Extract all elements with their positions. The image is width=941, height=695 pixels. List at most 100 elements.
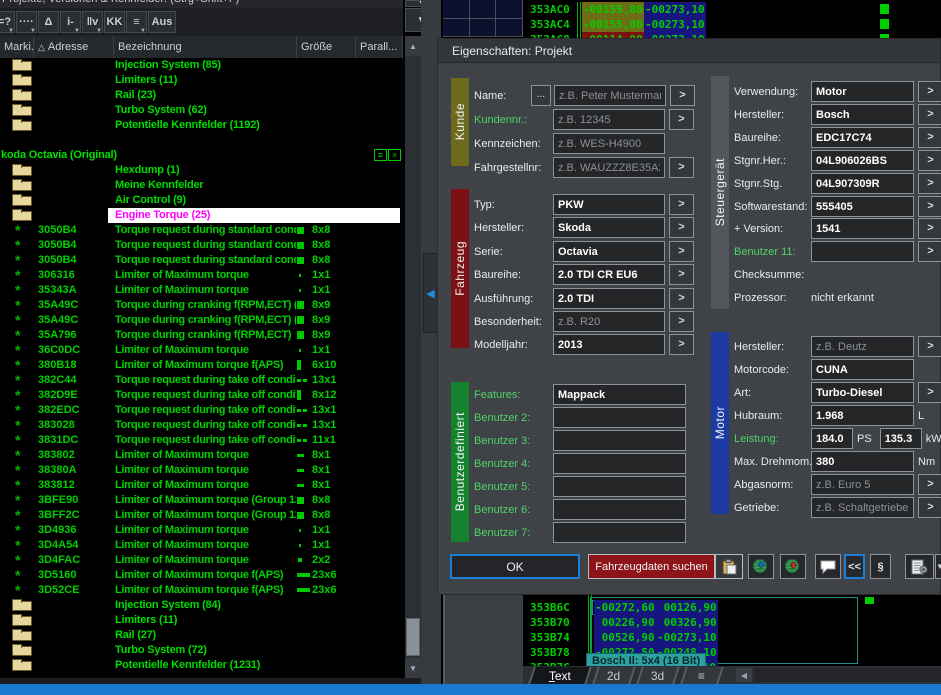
version-input[interactable] (811, 218, 914, 239)
fahrgestellnr-expand-button[interactable]: > (669, 157, 694, 178)
leistung-input-2[interactable] (880, 428, 922, 449)
map-row[interactable]: *382EDCTorque request during take off co… (0, 403, 403, 418)
map-row[interactable]: *306316Limiter of Maximum torque1x1 (0, 268, 403, 283)
tab-3d[interactable]: 3d (636, 667, 680, 684)
collapse-panel-handle[interactable]: ◀ (423, 253, 438, 333)
benutzer2-input[interactable] (553, 407, 686, 428)
map-row[interactable]: *3050B4Torque request during standard co… (0, 238, 403, 253)
stgnr-stg-expand-button[interactable]: > (918, 173, 941, 194)
drehmoment-input[interactable] (811, 451, 914, 472)
tree-scrollbar-track[interactable] (405, 36, 421, 678)
sort-button[interactable]: =?▼ (0, 11, 15, 33)
map-row[interactable]: *35A49CTorque during cranking f(RPM,ECT)… (0, 298, 403, 313)
column-parall[interactable]: Parall... (356, 36, 403, 58)
search-vehicle-data-button[interactable]: Fahrzeugdaten suchen (588, 554, 715, 579)
besonderheit-expand-button[interactable]: > (669, 311, 694, 332)
benutzer11-expand-button[interactable]: > (918, 241, 941, 262)
project-close-icon[interactable]: × (388, 149, 401, 161)
map-row[interactable]: *35A796Torque during cranking f(RPM,ECT)… (0, 328, 403, 343)
softwarestand-input[interactable] (811, 196, 914, 217)
kundennr-input[interactable] (553, 109, 665, 130)
map-row[interactable]: *35A49CTorque during cranking f(RPM,ECT)… (0, 313, 403, 328)
ok-button[interactable]: OK (450, 554, 580, 579)
tree-row[interactable]: Injection System (84) (0, 598, 403, 613)
map-row[interactable]: *36C0DCLimiter of Maximum torque1x1 (0, 343, 403, 358)
map-row[interactable]: *3D4A54Limiter of Maximum torque1x1 (0, 538, 403, 553)
report-button[interactable] (905, 554, 934, 579)
map-row[interactable]: *3D4FACLimiter of Maximum torque2x2 (0, 553, 403, 568)
tree-row[interactable]: Injection System (85) (0, 58, 403, 73)
hscroll-track[interactable] (754, 668, 941, 682)
flag-button[interactable]: ‖v▼ (82, 11, 103, 33)
hubraum-input[interactable] (811, 405, 914, 426)
baureihe-input[interactable] (553, 264, 665, 285)
benutzer3-input[interactable] (553, 430, 686, 451)
getriebe-expand-button[interactable]: > (918, 497, 941, 518)
browse-button[interactable]: ... (531, 85, 551, 106)
tree-row[interactable]: Hexdump (1) (0, 163, 403, 178)
column-header[interactable]: Marki...△AdresseBezeichnungGrößeParall..… (0, 36, 403, 58)
features-input[interactable] (553, 384, 686, 405)
modelljahr-input[interactable] (553, 334, 665, 355)
map-row[interactable]: *382D9ETorque request during take off co… (0, 388, 403, 403)
map-row[interactable]: *38380ALimiter of Maximum torque8x1 (0, 463, 403, 478)
map-row[interactable]: *3BFF2CLimiter of Maximum torque (Group … (0, 508, 403, 523)
ausfuehrung-expand-button[interactable]: > (669, 288, 694, 309)
map-row[interactable]: *380B18Limiter of Maximum torque f(APS)6… (0, 358, 403, 373)
sg-baureihe-input[interactable] (811, 127, 914, 148)
kk-button[interactable]: KK (104, 11, 125, 33)
softwarestand-expand-button[interactable]: > (918, 196, 941, 217)
map-row[interactable]: *383802Limiter of Maximum torque8x1 (0, 448, 403, 463)
baureihe-expand-button[interactable]: > (669, 264, 694, 285)
tree-row[interactable]: Turbo System (72) (0, 643, 403, 658)
benutzer7-input[interactable] (553, 522, 686, 543)
map-row[interactable]: *3050B4Torque request during standard co… (0, 223, 403, 238)
tree-row[interactable]: Turbo System (62) (0, 103, 403, 118)
name-input[interactable] (554, 85, 666, 106)
column-adresse[interactable]: △Adresse (34, 36, 114, 58)
clipboard-button[interactable] (715, 554, 743, 579)
fahrgestellnr-input[interactable] (553, 157, 665, 178)
map-row[interactable]: *35343ALimiter of Maximum torque1x1 (0, 283, 403, 298)
lines-button[interactable]: ≡▼ (126, 11, 147, 33)
sg-baureihe-expand-button[interactable]: > (918, 127, 941, 148)
benutzer5-input[interactable] (553, 476, 686, 497)
kundennr-expand-button[interactable]: > (669, 109, 694, 130)
typ-input[interactable] (553, 194, 665, 215)
delta-button[interactable]: Δ (38, 11, 59, 33)
ausfuehrung-input[interactable] (553, 288, 665, 309)
tab-text[interactable]: Text (528, 667, 592, 684)
hex-row[interactable]: 353AC4-00155,80-00273,10 (443, 17, 941, 32)
map-row[interactable]: *3D4936Limiter of Maximum torque1x1 (0, 523, 403, 538)
version-expand-button[interactable]: > (918, 218, 941, 239)
benutzer11-input[interactable] (811, 241, 914, 262)
import-online-button[interactable] (748, 554, 774, 579)
collapse-dialog-button[interactable]: << (844, 554, 865, 579)
serie-expand-button[interactable]: > (669, 241, 694, 262)
map-row[interactable]: *3BFE90Limiter of Maximum torque (Group … (0, 493, 403, 508)
hersteller-expand-button[interactable]: > (669, 217, 694, 238)
benutzer6-input[interactable] (553, 499, 686, 520)
map-row[interactable]: *3050B4Torque request during standard co… (0, 253, 403, 268)
kennzeichen-input[interactable] (553, 133, 665, 154)
tree-row[interactable]: Potentielle Kennfelder (1231) (0, 658, 403, 673)
tree-row[interactable]: koda Octavia (Original)≡× (0, 148, 403, 163)
tree-row[interactable]: Rail (23) (0, 88, 403, 103)
info-button[interactable]: i-▼ (60, 11, 81, 33)
benutzer4-input[interactable] (553, 453, 686, 474)
modelljahr-expand-button[interactable]: > (669, 334, 694, 355)
tree-row[interactable]: Air Control (9) (0, 193, 403, 208)
aus-button[interactable]: Aus (148, 11, 176, 33)
name-expand-button[interactable]: > (670, 85, 695, 106)
map-row[interactable]: *3D52CELimiter of Maximum torque f(APS)2… (0, 583, 403, 598)
scroll-down-button[interactable]: ▼ (405, 658, 421, 678)
stgnr-her-input[interactable] (811, 150, 914, 171)
stgnr-her-expand-button[interactable]: > (918, 150, 941, 171)
cut-dropdown-button[interactable]: ▼ (935, 554, 941, 579)
scroll-up-button[interactable]: ▲ (405, 36, 421, 56)
hscroll-left-button[interactable]: ◀ (736, 668, 752, 682)
map-row[interactable]: *383812Limiter of Maximum torque8x1 (0, 478, 403, 493)
sg-hersteller-expand-button[interactable]: > (918, 104, 941, 125)
abgasnorm-expand-button[interactable]: > (918, 474, 941, 495)
besonderheit-input[interactable] (553, 311, 665, 332)
